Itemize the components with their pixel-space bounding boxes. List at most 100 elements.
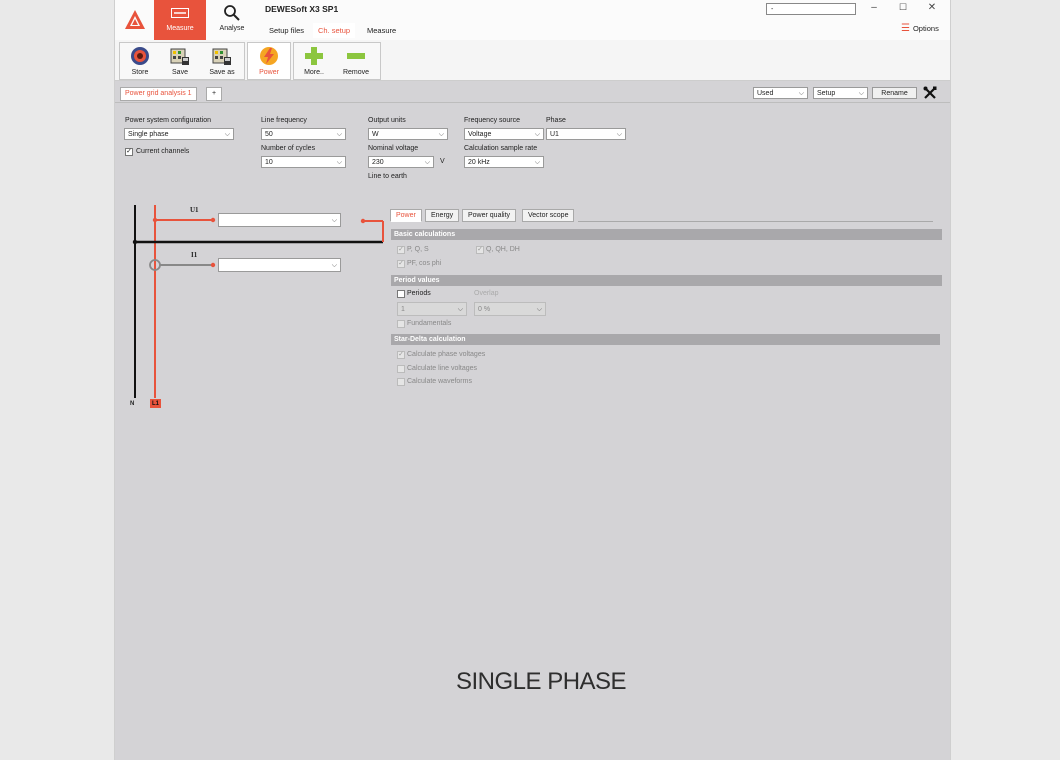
used-select-value: Used: [757, 90, 774, 97]
title-bar: Measure Analyse DEWESoft X3 SP1 Setup fi…: [115, 0, 950, 40]
hamburger-icon: ☰: [901, 23, 910, 34]
line-frequency-label: Line frequency: [261, 117, 307, 124]
chevron-down-icon: ⌵: [336, 131, 342, 138]
pf-label: PF, cos phi: [407, 260, 442, 267]
options-button[interactable]: ☰ Options: [901, 23, 939, 34]
store-label: Store: [131, 69, 149, 76]
chevron-down-icon: ⌵: [534, 131, 540, 138]
line-to-earth-label: Line to earth: [368, 173, 407, 180]
overlap-select[interactable]: 0 % ⌵: [474, 302, 546, 316]
analyse-mode-label: Analyse: [219, 25, 245, 32]
chevron-down-icon: ⌵: [224, 131, 230, 138]
qqhdh-label: Q, QH, DH: [486, 246, 520, 253]
chevron-down-icon: ⌵: [336, 159, 342, 166]
current-channels-label: Current channels: [136, 148, 190, 155]
pf-checkbox[interactable]: ✓: [397, 260, 405, 268]
period-values-header: Period values: [391, 275, 942, 286]
tools-icon[interactable]: [923, 86, 937, 100]
store-icon: [131, 47, 149, 65]
line-frequency-value: 50: [265, 131, 273, 138]
fundamentals-checkbox[interactable]: [397, 320, 405, 328]
save-button[interactable]: Save: [162, 45, 198, 79]
output-units-select[interactable]: W ⌵: [368, 128, 448, 140]
tab-setup-files[interactable]: Setup files: [264, 23, 309, 38]
power-system-label: Power system configuration: [125, 117, 211, 124]
power-system-select[interactable]: Single phase ⌵: [124, 128, 234, 140]
tab-vector-scope[interactable]: Vector scope: [522, 209, 575, 222]
output-units-value: W: [372, 131, 379, 138]
chevron-down-icon: ⌵: [438, 131, 444, 138]
chevron-down-icon: ⌵: [457, 306, 463, 313]
setup-select-value: Setup: [817, 90, 836, 97]
minimize-icon[interactable]: –: [864, 2, 884, 16]
options-label: Options: [912, 24, 939, 33]
frequency-source-label: Frequency source: [464, 117, 521, 124]
pqs-checkbox[interactable]: ✓: [397, 246, 405, 254]
waveforms-checkbox[interactable]: [397, 378, 405, 386]
u1-channel-select[interactable]: ⌵: [218, 213, 341, 227]
analyse-mode-button[interactable]: Analyse: [206, 0, 258, 40]
u1-label: U1: [190, 206, 199, 214]
qqhdh-checkbox[interactable]: ✓: [476, 246, 484, 254]
phase-select[interactable]: U1 ⌵: [546, 128, 626, 140]
nominal-voltage-unit: V: [440, 158, 445, 165]
sample-rate-select[interactable]: 20 kHz ⌵: [464, 156, 544, 168]
ribbon-toolbar: Store Save Save as Power More.. Remove: [115, 40, 950, 81]
output-units-label: Output units: [368, 117, 406, 124]
rename-button[interactable]: Rename: [872, 87, 917, 99]
remove-label: Remove: [342, 69, 370, 76]
power-label: Power: [259, 69, 279, 76]
periods-checkbox[interactable]: [397, 290, 405, 298]
wiring-diagram: [132, 205, 384, 408]
i1-label: I1: [191, 251, 198, 259]
tab-power-quality[interactable]: Power quality: [462, 209, 517, 222]
tab-energy[interactable]: Energy: [425, 209, 460, 222]
app-title: DEWESoft X3 SP1: [265, 4, 339, 14]
i1-channel-select[interactable]: ⌵: [218, 258, 341, 272]
power-system-value: Single phase: [128, 131, 169, 138]
current-channels-checkbox[interactable]: ✓: [125, 148, 133, 156]
minus-icon: [347, 53, 365, 59]
close-icon[interactable]: ✕: [922, 2, 942, 16]
used-select[interactable]: Used ⌵: [753, 87, 808, 99]
cycles-select[interactable]: 10 ⌵: [261, 156, 346, 168]
nominal-voltage-select[interactable]: 230 ⌵: [368, 156, 434, 168]
chevron-down-icon: ⌵: [536, 306, 542, 313]
cycles-value: 10: [265, 159, 273, 166]
remove-button[interactable]: Remove: [338, 45, 374, 79]
phase-voltages-checkbox[interactable]: ✓: [397, 351, 405, 359]
frequency-source-select[interactable]: Voltage ⌵: [464, 128, 544, 140]
measure-mode-button[interactable]: Measure: [154, 0, 206, 40]
magnifier-icon: [224, 5, 240, 21]
more-button[interactable]: More..: [296, 45, 332, 79]
line-voltages-label: Calculate line voltages: [407, 365, 478, 372]
line-frequency-select[interactable]: 50 ⌵: [261, 128, 346, 140]
chevron-down-icon: ⌵: [331, 262, 337, 269]
tab-ch-setup[interactable]: Ch. setup: [313, 23, 356, 38]
periods-label: Periods: [407, 290, 431, 297]
frequency-source-value: Voltage: [468, 131, 492, 138]
save-as-icon: [212, 48, 231, 65]
cycles-label: Number of cycles: [261, 145, 316, 152]
store-button[interactable]: Store: [122, 45, 158, 79]
setup-select[interactable]: Setup ⌵: [813, 87, 868, 99]
measure-mode-label: Measure: [166, 25, 194, 32]
chevron-down-icon: ⌵: [616, 131, 622, 138]
measure-icon: [171, 8, 189, 18]
window-dropdown[interactable]: -: [766, 3, 856, 15]
sample-rate-label: Calculation sample rate: [464, 145, 538, 152]
maximize-icon[interactable]: ☐: [893, 2, 913, 16]
save-as-button[interactable]: Save as: [204, 45, 240, 79]
save-label: Save: [172, 69, 188, 76]
tab-power[interactable]: Power: [390, 209, 422, 222]
overlap-value: 0 %: [478, 306, 491, 313]
power-button[interactable]: Power: [251, 45, 287, 79]
periods-select[interactable]: 1 ⌵: [397, 302, 467, 316]
line-voltages-checkbox[interactable]: [397, 365, 405, 373]
nominal-voltage-label: Nominal voltage: [368, 145, 419, 152]
tab-power-grid-analysis[interactable]: Power grid analysis 1: [120, 87, 197, 101]
chevron-down-icon: ⌵: [424, 159, 430, 166]
add-tab-button[interactable]: +: [206, 87, 223, 101]
tab-measure[interactable]: Measure: [362, 23, 401, 38]
sample-rate-value: 20 kHz: [468, 159, 490, 166]
